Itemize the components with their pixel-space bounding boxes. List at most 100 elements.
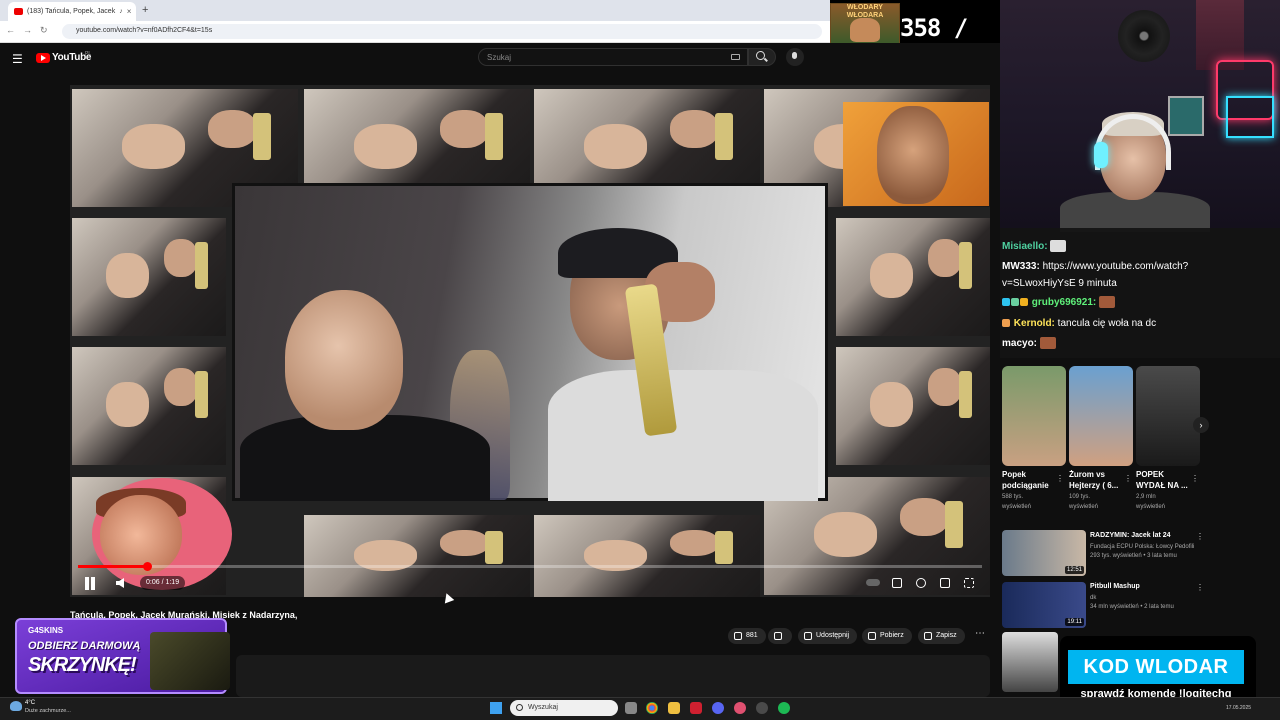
short-views-label: wyświetleń — [1002, 504, 1032, 510]
collage-tile — [72, 347, 226, 465]
video-channel[interactable]: Fundacja ECPU Polska: Łowcy Pedofili — [1090, 543, 1194, 551]
chat-message: v=SLwoxHiyYsE 9 minuta — [1002, 277, 1117, 290]
pause-icon[interactable] — [82, 577, 98, 591]
time-display: 0:06 / 1:19 — [140, 576, 186, 590]
new-tab-button[interactable]: + — [142, 4, 148, 16]
file-explorer-icon[interactable] — [668, 702, 680, 714]
short-more-icon[interactable]: ⋮ — [1056, 474, 1064, 483]
video-thumbnail[interactable] — [1002, 632, 1058, 692]
settings-gear-icon[interactable] — [916, 578, 926, 588]
chat-username: gruby696921: — [1031, 297, 1097, 308]
media-app-icon[interactable] — [690, 702, 702, 714]
collage-tile — [534, 515, 760, 597]
video-figure-body-right — [548, 370, 818, 501]
discord-icon[interactable] — [712, 702, 724, 714]
short-thumbnail[interactable] — [1136, 366, 1200, 466]
search-icon[interactable] — [756, 51, 765, 60]
progress-scrubber-handle[interactable] — [142, 562, 152, 571]
weather-cloud-icon[interactable] — [10, 701, 22, 711]
chrome-icon[interactable] — [646, 702, 658, 714]
video-more-icon[interactable]: ⋮ — [1196, 532, 1204, 541]
progress-bar[interactable] — [78, 565, 982, 568]
obs-icon[interactable] — [756, 702, 768, 714]
ad-brand: G4SKINS — [28, 626, 64, 635]
webcam-vinyl-record — [1118, 10, 1170, 62]
video-duration: 19:11 — [1065, 618, 1084, 626]
subtitles-icon[interactable] — [892, 578, 902, 588]
keyboard-icon[interactable] — [731, 54, 740, 60]
video-more-icon[interactable]: ⋮ — [1196, 583, 1204, 592]
share-button[interactable]: Udostępnij — [798, 628, 858, 644]
thumbs-up-icon — [734, 632, 742, 640]
short-thumbnail[interactable] — [1002, 366, 1066, 466]
navigation-buttons[interactable]: ←→↻ — [6, 25, 56, 36]
download-button[interactable]: Pobierz — [862, 628, 912, 644]
url-field[interactable]: youtube.com/watch?v=nf0ADfh2CF4&t=15s — [62, 24, 822, 39]
like-button[interactable]: 881 — [728, 628, 766, 644]
wodary-label: WŁODARY WŁODARA — [846, 4, 884, 19]
animated-sticker-face — [100, 495, 182, 575]
chat-username: Misiaello: — [1002, 241, 1048, 252]
reaction-face — [877, 106, 949, 204]
microphone-icon[interactable] — [792, 52, 797, 59]
chat-badge-icon — [1002, 319, 1010, 328]
autoplay-toggle[interactable] — [866, 579, 880, 586]
short-more-icon[interactable]: ⋮ — [1191, 474, 1199, 483]
short-thumbnail[interactable] — [1069, 366, 1133, 466]
fullscreen-icon[interactable] — [964, 578, 974, 588]
youtube-favicon-icon — [14, 8, 23, 15]
video-title[interactable]: Pitbull Mashup — [1090, 583, 1140, 590]
video-thumbnail[interactable]: 12:51 — [1002, 530, 1086, 576]
chat-username: Kernold: — [1013, 318, 1055, 329]
system-clock[interactable]: 17.05.2025 — [1226, 705, 1251, 711]
search-input[interactable]: Szukaj — [478, 48, 748, 66]
thumbs-down-icon — [774, 632, 782, 640]
more-actions-icon[interactable]: ⋯ — [972, 628, 988, 644]
search-icon — [516, 704, 523, 711]
speaker-icon[interactable]: ♪ — [119, 8, 123, 15]
weather-description[interactable]: Duże zachmurze... — [25, 708, 71, 714]
description-box[interactable] — [236, 655, 990, 697]
short-more-icon[interactable]: ⋮ — [1124, 474, 1132, 483]
headset-earcup — [1094, 142, 1108, 168]
hamburger-menu-icon[interactable]: ☰ — [12, 52, 23, 66]
video-channel[interactable]: dk — [1090, 594, 1096, 602]
short-title[interactable]: Popek podciąganie — [1002, 469, 1058, 491]
progress-bar-fill — [78, 565, 147, 568]
youtube-logo-icon[interactable] — [36, 53, 50, 63]
windows-start-icon[interactable] — [490, 702, 502, 714]
like-count: 881 — [746, 632, 758, 639]
short-title[interactable]: POPEK WYDAŁ NA ... — [1136, 469, 1192, 491]
collage-tile — [836, 347, 990, 465]
collage-tile — [836, 218, 990, 336]
chevron-right-icon[interactable]: › — [1193, 417, 1209, 433]
collage-tile — [72, 218, 226, 336]
browser-app-icon[interactable] — [734, 702, 746, 714]
webcam-picture-frame — [1168, 96, 1204, 136]
video-duration: 12:51 — [1064, 566, 1084, 574]
video-thumbnail[interactable]: 19:11 — [1002, 582, 1086, 628]
download-icon — [868, 632, 876, 640]
short-views: 2,9 mln — [1136, 494, 1156, 500]
region-code: PL — [85, 51, 92, 57]
wodary-face-image — [850, 18, 880, 42]
browser-tab[interactable]: (183) Tańcula, Popek, Jacek ♪ × — [8, 2, 136, 21]
spotify-icon[interactable] — [778, 702, 790, 714]
taskbar-search-input[interactable]: Wyszukaj — [510, 700, 618, 716]
close-tab-icon[interactable]: × — [127, 7, 132, 16]
ad-line-1: ODBIERZ DARMOWĄ — [28, 640, 141, 652]
chat-message: gruby696921: — [1002, 296, 1116, 309]
dislike-button[interactable] — [768, 628, 792, 644]
short-views: 588 tys. — [1002, 494, 1024, 500]
task-view-icon[interactable] — [625, 702, 637, 714]
video-title[interactable]: RADZYMIN: Jacek lat 24 — [1090, 532, 1171, 539]
save-button[interactable]: Zapisz — [918, 628, 965, 644]
weather-temperature[interactable]: 4°C — [25, 700, 35, 706]
collage-tile — [304, 515, 530, 597]
short-title[interactable]: Żurom vs Hejterzy ( 6... — [1069, 469, 1125, 491]
miniplayer-icon[interactable] — [940, 578, 950, 588]
chat-text: https://www.youtube.com/watch? — [1042, 261, 1189, 272]
chat-emote — [1099, 296, 1116, 309]
chat-message: macyo: — [1002, 337, 1056, 350]
tab-title: (183) Tańcula, Popek, Jacek — [27, 8, 116, 15]
